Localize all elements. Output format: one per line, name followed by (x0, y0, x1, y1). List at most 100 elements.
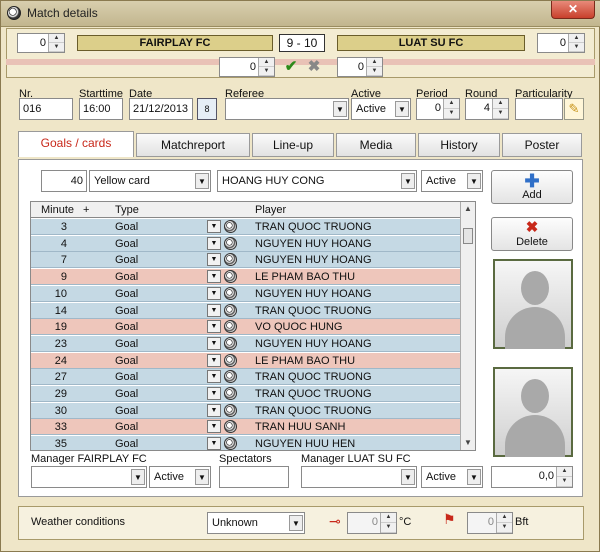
spinner-buttons[interactable]: ▲ ▼ (443, 99, 459, 119)
chevron-down-icon[interactable]: ▼ (395, 101, 409, 117)
chevron-down-icon[interactable]: ▼ (207, 303, 221, 317)
chevron-down-icon[interactable]: ▼ (467, 173, 481, 189)
period-spinner[interactable]: 0 ▲ ▼ (416, 98, 460, 120)
player-column-header[interactable]: Player (255, 204, 286, 216)
chevron-down-icon[interactable]: ▼ (207, 437, 221, 450)
pencil-icon[interactable]: ✎ (564, 98, 584, 120)
spinner-buttons[interactable]: ▲ ▼ (380, 513, 396, 533)
table-row[interactable]: 27 Goal ▼ TRAN QUOC TRUONG (31, 369, 461, 386)
round-spinner[interactable]: 4 ▲ ▼ (465, 98, 509, 120)
away-manager-status[interactable]: Active ▼ (421, 466, 483, 488)
home-manager-status[interactable]: Active ▼ (149, 466, 211, 488)
nr-field[interactable]: 016 (19, 98, 73, 120)
home-spinner[interactable]: 0 ▲ ▼ (17, 33, 65, 53)
table-row[interactable]: 24 Goal ▼ LE PHAM BAO THU (31, 352, 461, 369)
row-type: Goal (115, 337, 139, 350)
spectators-label: Spectators (219, 453, 272, 465)
referee-select[interactable]: ▼ (225, 98, 349, 120)
chevron-down-icon[interactable]: ▼ (401, 173, 415, 189)
chevron-down-icon[interactable]: ▼ (207, 403, 221, 417)
chevron-down-icon[interactable]: ▼ (207, 220, 221, 233)
tab-matchreport[interactable]: Matchreport (136, 133, 250, 157)
grid-scrollbar[interactable]: ▲ ▼ (460, 202, 475, 450)
scroll-thumb[interactable] (463, 228, 473, 244)
close-button[interactable]: ✕ (551, 1, 595, 19)
delete-button[interactable]: ✖ Delete (491, 217, 573, 251)
plus-column-header[interactable]: + (83, 204, 89, 216)
tab-goals-cards[interactable]: Goals / cards (18, 131, 134, 157)
chevron-down-icon[interactable]: ▼ (195, 469, 209, 485)
row-player: NGUYEN HUY HOANG (255, 287, 372, 300)
tab-history[interactable]: History (418, 133, 500, 157)
chevron-down-icon[interactable]: ▼ (207, 236, 221, 250)
chevron-down-icon[interactable]: ▼ (131, 469, 145, 485)
chevron-down-icon[interactable]: ▼ (207, 387, 221, 400)
weather-select[interactable]: Unknown ▼ (207, 512, 305, 534)
chevron-down-icon[interactable]: ▼ (207, 253, 221, 267)
player-select[interactable]: HOANG HUY CONG ▼ (217, 170, 417, 192)
add-button[interactable]: ✚ Add (491, 170, 573, 204)
spinner-buttons[interactable]: ▲ ▼ (258, 58, 274, 76)
spinner-buttons[interactable]: ▲ ▼ (48, 34, 64, 52)
chevron-down-icon[interactable]: ▼ (195, 173, 209, 189)
table-row[interactable]: 9 Goal ▼ LE PHAM BAO THU (31, 269, 461, 286)
tab-line-up[interactable]: Line-up (252, 133, 334, 157)
away-manager-select[interactable]: ▼ (301, 466, 417, 488)
minute-input[interactable]: 40 (41, 170, 87, 192)
spinner-buttons[interactable]: ▲ ▼ (556, 467, 572, 487)
row-type: Goal (115, 371, 139, 384)
active-select[interactable]: Active ▼ (351, 98, 411, 120)
minute-column-header[interactable]: Minute (41, 204, 74, 216)
chevron-down-icon[interactable]: ▼ (401, 469, 415, 485)
chevron-down-icon[interactable]: ▼ (207, 353, 221, 367)
table-row[interactable]: 33 Goal ▼ TRAN HUU SANH (31, 419, 461, 436)
chevron-down-icon[interactable]: ▼ (207, 420, 221, 434)
wind-spinner[interactable]: 0 ▲ ▼ (467, 512, 513, 534)
chevron-down-icon[interactable]: ▼ (289, 515, 303, 531)
table-row[interactable]: 10 Goal ▼ NGUYEN HUY HOANG (31, 285, 461, 302)
table-row[interactable]: 23 Goal ▼ NGUYEN HUY HOANG (31, 335, 461, 352)
table-row[interactable]: 30 Goal ▼ TRAN QUOC TRUONG (31, 402, 461, 419)
spinner-buttons[interactable]: ▲ ▼ (496, 513, 512, 533)
particularity-field[interactable] (515, 98, 563, 120)
confirm-check-icon[interactable]: ✔ (282, 59, 300, 75)
type-column-header[interactable]: Type (115, 204, 139, 216)
calendar-icon[interactable]: 8 (197, 98, 217, 120)
spectators-field[interactable] (219, 466, 289, 488)
date-field[interactable]: 21/12/2013 (129, 98, 193, 120)
home-extra-spinner[interactable]: 0 ▲ ▼ (219, 57, 275, 77)
away-extra-spinner[interactable]: 0 ▲ ▼ (337, 57, 383, 77)
soccer-ball-icon (224, 236, 237, 250)
scroll-up-icon[interactable]: ▲ (461, 202, 475, 216)
table-row[interactable]: 7 Goal ▼ NGUYEN HUY HOANG (31, 252, 461, 269)
chevron-down-icon[interactable]: ▼ (207, 370, 221, 384)
table-row[interactable]: 29 Goal ▼ TRAN QUOC TRUONG (31, 386, 461, 402)
table-row[interactable]: 4 Goal ▼ NGUYEN HUY HOANG (31, 235, 461, 252)
temperature-spinner[interactable]: 0 ▲ ▼ (347, 512, 397, 534)
cancel-x-icon[interactable]: ✖ (305, 59, 323, 75)
table-row[interactable]: 3 Goal ▼ TRAN QUOC TRUONG (31, 219, 461, 235)
chevron-down-icon[interactable]: ▼ (333, 101, 347, 117)
soccer-ball-icon (224, 403, 237, 417)
tab-poster[interactable]: Poster (502, 133, 582, 157)
tab-media[interactable]: Media (336, 133, 416, 157)
chevron-down-icon[interactable]: ▼ (467, 469, 481, 485)
table-row[interactable]: 19 Goal ▼ VO QUOC HUNG (31, 319, 461, 336)
chevron-down-icon[interactable]: ▼ (207, 320, 221, 334)
status-select[interactable]: Active ▼ (421, 170, 483, 192)
spinner-buttons[interactable]: ▲ ▼ (366, 58, 382, 76)
scroll-down-icon[interactable]: ▼ (461, 436, 475, 450)
score-field[interactable]: 9 - 10 (279, 34, 325, 52)
chevron-down-icon[interactable]: ▼ (207, 336, 221, 350)
chevron-down-icon[interactable]: ▼ (207, 270, 221, 284)
spinner-buttons[interactable]: ▲ ▼ (568, 34, 584, 52)
spinner-buttons[interactable]: ▲ ▼ (492, 99, 508, 119)
value-spinner[interactable]: 0,0 ▲ ▼ (491, 466, 573, 488)
home-manager-select[interactable]: ▼ (31, 466, 147, 488)
table-row[interactable]: 35 Goal ▼ NGUYEN HUU HEN (31, 436, 461, 450)
event-type-select[interactable]: Yellow card ▼ (89, 170, 211, 192)
chevron-down-icon[interactable]: ▼ (207, 286, 221, 300)
starttime-field[interactable]: 16:00 (79, 98, 123, 120)
away-spinner[interactable]: 0 ▲ ▼ (537, 33, 585, 53)
table-row[interactable]: 14 Goal ▼ TRAN QUOC TRUONG (31, 302, 461, 319)
